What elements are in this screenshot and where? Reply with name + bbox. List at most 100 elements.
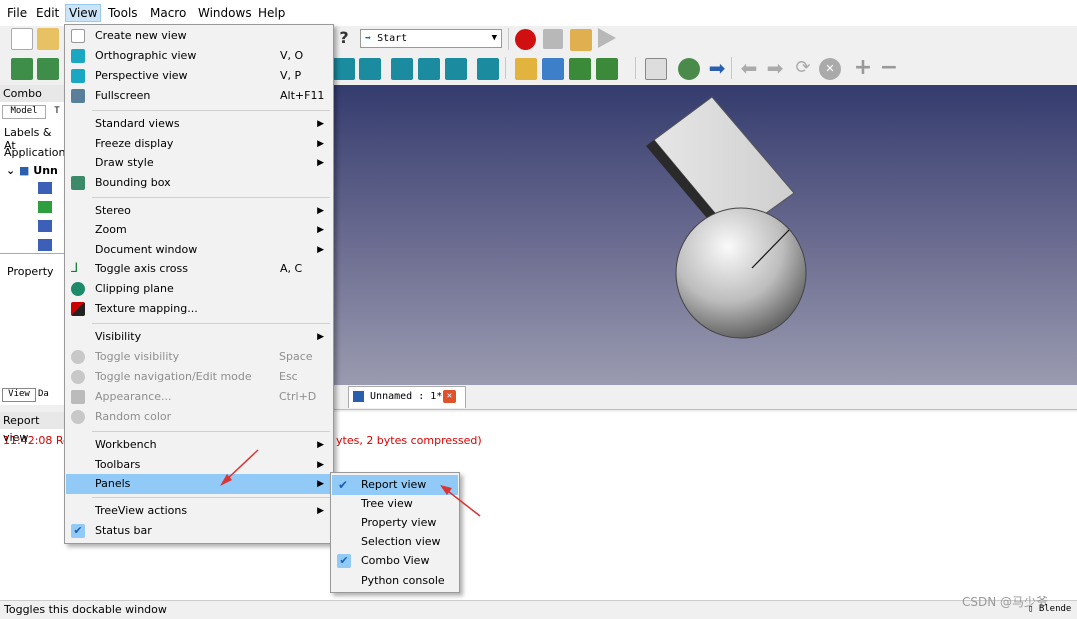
submenu-item-combo-view[interactable]: ✔ Combo View: [332, 551, 458, 571]
tab-model[interactable]: Model: [2, 105, 46, 119]
zoom-out-icon[interactable]: −: [878, 57, 900, 80]
view-front-icon[interactable]: [333, 58, 355, 80]
menu-item-workbench[interactable]: Workbench ▶: [66, 435, 332, 455]
menu-item-create-new-view[interactable]: Create new view: [66, 26, 332, 46]
ortho-cube-icon: [71, 49, 85, 63]
menu-edit[interactable]: Edit: [33, 5, 62, 23]
menu-item-orthographic[interactable]: Orthographic view V, O: [66, 46, 332, 66]
fit-all-icon[interactable]: [11, 58, 33, 80]
random-color-icon: [71, 410, 85, 424]
menu-item-texture-mapping[interactable]: Texture mapping...: [66, 299, 332, 319]
menu-item-label: Texture mapping...: [95, 302, 198, 315]
create-group-icon[interactable]: [542, 58, 564, 80]
submenu-item-python-console[interactable]: Python console: [332, 571, 458, 591]
menu-item-zoom[interactable]: Zoom ▶: [66, 220, 332, 240]
status-text: Toggles this dockable window: [4, 603, 167, 616]
view-bottom-icon[interactable]: [445, 58, 467, 80]
open-folder-icon[interactable]: [37, 28, 59, 50]
menu-item-clipping-plane[interactable]: Clipping plane: [66, 279, 332, 299]
menu-item-visibility[interactable]: Visibility ▶: [66, 327, 332, 347]
menu-bar: File Edit View Tools Macro Windows Help: [0, 0, 1077, 26]
menu-item-label: Standard views: [95, 117, 180, 130]
tree-item-icon[interactable]: [38, 182, 52, 194]
view-top-icon[interactable]: [359, 58, 381, 80]
run-macro-icon[interactable]: [598, 28, 616, 48]
web-icon[interactable]: [678, 58, 700, 80]
menu-item-toggle-visibility[interactable]: Toggle visibility Space: [66, 347, 332, 367]
menu-windows[interactable]: Windows: [195, 5, 255, 23]
menu-item-treeview-actions[interactable]: TreeView actions ▶: [66, 501, 332, 521]
tree-item-icon[interactable]: [38, 239, 52, 251]
property-header: Property: [7, 265, 54, 278]
next-icon[interactable]: ➡: [764, 58, 786, 80]
view-right-icon[interactable]: [391, 58, 413, 80]
navigation-style[interactable]: ▯ Blende: [1028, 604, 1071, 614]
menu-item-toggle-axis[interactable]: ⅃ Toggle axis cross A, C: [66, 259, 332, 279]
menu-tools[interactable]: Tools: [105, 5, 141, 23]
3d-view[interactable]: [334, 85, 1077, 385]
workbench-selector[interactable]: ➡ Start ▼: [360, 29, 502, 48]
menu-item-stereo[interactable]: Stereo ▶: [66, 201, 332, 221]
make-link-icon[interactable]: [569, 58, 591, 80]
fit-selection-icon[interactable]: [37, 58, 59, 80]
std-view-box-icon[interactable]: [645, 58, 667, 80]
stop-macro-icon[interactable]: [543, 29, 563, 49]
menu-separator: [92, 497, 330, 498]
tree-item-icon[interactable]: [38, 201, 52, 213]
record-macro-icon[interactable]: [515, 29, 536, 50]
tree-application: Application: [4, 146, 66, 159]
zoom-in-icon[interactable]: +: [852, 57, 874, 80]
menu-item-fullscreen[interactable]: Fullscreen Alt+F11: [66, 86, 332, 106]
document-tab-label: Unnamed : 1*: [370, 391, 443, 402]
menu-item-toggle-navigation[interactable]: Toggle navigation/Edit mode Esc: [66, 367, 332, 387]
menu-item-standard-views[interactable]: Standard views ▶: [66, 114, 332, 134]
menu-separator: [92, 323, 330, 324]
menu-item-label: Selection view: [361, 535, 441, 548]
submenu-item-tree-view[interactable]: Tree view: [332, 494, 458, 514]
splitter[interactable]: [0, 253, 66, 254]
menu-item-toolbars[interactable]: Toolbars ▶: [66, 455, 332, 475]
menu-item-label: Report view: [361, 478, 427, 491]
submenu-item-report-view[interactable]: ✔ Report view: [332, 475, 458, 495]
submenu-arrow-icon: ▶: [317, 440, 324, 450]
submenu-item-selection-view[interactable]: Selection view: [332, 532, 458, 552]
back-icon[interactable]: ⬅: [738, 58, 760, 80]
menu-item-label: Tree view: [361, 497, 413, 510]
menu-item-label: Status bar: [95, 524, 152, 537]
menu-file[interactable]: File: [4, 5, 30, 23]
toolbar-separator: [635, 57, 636, 79]
menu-help[interactable]: Help: [255, 5, 288, 23]
tree-document-label: Unn: [33, 164, 58, 177]
menu-item-status-bar[interactable]: ✔ Status bar: [66, 521, 332, 541]
menu-item-document-window[interactable]: Document window ▶: [66, 240, 332, 260]
tab-data[interactable]: Da: [38, 389, 66, 402]
create-part-icon[interactable]: [515, 58, 537, 80]
new-document-icon[interactable]: [11, 28, 33, 50]
measure-distance-icon[interactable]: [477, 58, 499, 80]
menu-item-bounding-box[interactable]: Bounding box: [66, 173, 332, 193]
combo-view-panel: Combo View Model T Labels & At Applicati…: [0, 85, 66, 405]
link-actions-icon[interactable]: [596, 58, 618, 80]
menu-item-random-color[interactable]: Random color: [66, 407, 332, 427]
tree-document[interactable]: ⌄ ■ Unn: [6, 164, 58, 177]
texture-icon: [71, 302, 85, 316]
menu-view[interactable]: View: [65, 4, 102, 22]
submenu-item-property-view[interactable]: Property view: [332, 513, 458, 533]
close-icon[interactable]: ✕: [443, 390, 456, 403]
menu-item-appearance[interactable]: Appearance... Ctrl+D: [66, 387, 332, 407]
document-tab[interactable]: Unnamed : 1* ✕: [348, 386, 466, 408]
tree-item-icon[interactable]: [38, 220, 52, 232]
menu-item-panels[interactable]: Panels ▶: [66, 474, 332, 494]
document-icon: ■: [19, 164, 30, 177]
stop-icon[interactable]: ✕: [819, 58, 841, 80]
tab-view[interactable]: View: [2, 388, 36, 402]
menu-macro[interactable]: Macro: [147, 5, 189, 23]
view-rear-icon[interactable]: [418, 58, 440, 80]
refresh-icon[interactable]: ⟳: [792, 58, 814, 80]
menu-item-perspective[interactable]: Perspective view V, P: [66, 66, 332, 86]
menu-item-freeze-display[interactable]: Freeze display ▶: [66, 134, 332, 154]
menu-item-draw-style[interactable]: Draw style ▶: [66, 153, 332, 173]
whats-this-icon[interactable]: ?: [333, 28, 355, 50]
edit-macro-icon[interactable]: [570, 29, 592, 51]
forward-arrow-icon[interactable]: ➡: [706, 58, 728, 80]
